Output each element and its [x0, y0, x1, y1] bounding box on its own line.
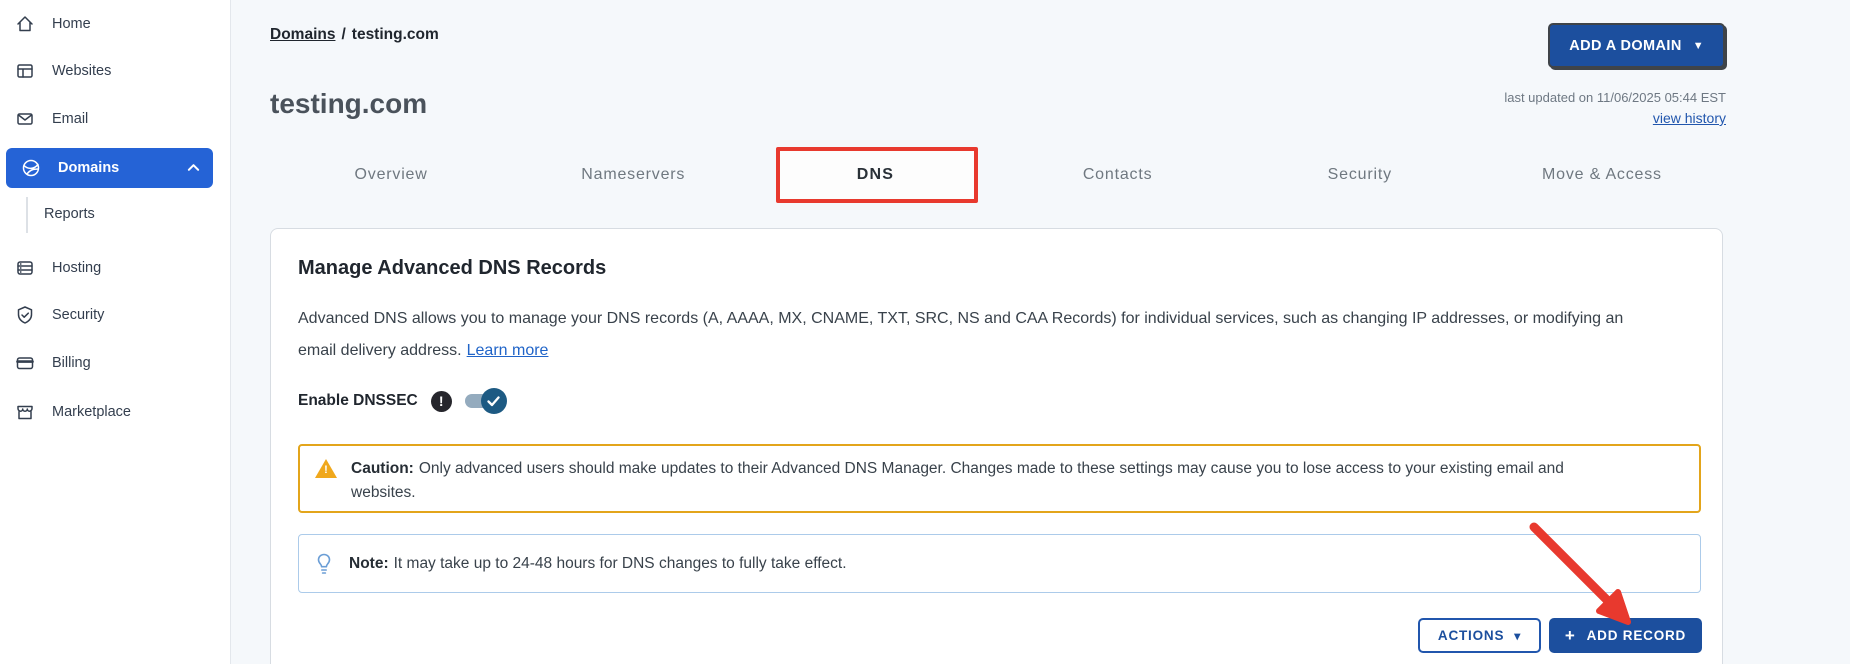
reports-indent-line: [26, 197, 28, 233]
caution-line-1: Only advanced users should make updates …: [418, 460, 1564, 477]
sidebar: Home Websites Email Domains Reports Host…: [0, 0, 231, 664]
check-icon: [487, 395, 500, 406]
note-banner: Note: It may take up to 24-48 hours for D…: [298, 534, 1701, 593]
actions-label: ACTIONS: [1437, 628, 1505, 643]
email-icon: [17, 113, 33, 125]
sidebar-item-hosting[interactable]: Hosting: [0, 248, 231, 288]
storefront-icon: [17, 405, 33, 420]
breadcrumb-separator: /: [341, 26, 346, 43]
toggle-knob: [480, 388, 507, 414]
sidebar-item-label: Marketplace: [52, 404, 131, 420]
sidebar-item-label: Domains: [58, 160, 120, 176]
sidebar-item-domains[interactable]: Domains: [6, 148, 213, 188]
description-line-1: Advanced DNS allows you to manage your D…: [298, 310, 1624, 327]
caret-down-icon: ▼: [1692, 39, 1704, 52]
sidebar-item-websites[interactable]: Websites: [0, 51, 231, 91]
lightbulb-icon: [314, 552, 334, 576]
shield-check-icon: [17, 306, 33, 324]
caution-label: Caution:: [351, 460, 414, 477]
dnssec-toggle[interactable]: [464, 388, 507, 414]
websites-icon: [17, 64, 33, 78]
tab-dns[interactable]: DNS: [754, 147, 996, 203]
dnssec-alert-icon[interactable]: !: [430, 390, 452, 412]
note-text: Note: It may take up to 24-48 hours for D…: [349, 555, 847, 573]
tab-bar: Overview Nameservers DNS Contacts Securi…: [270, 147, 1723, 203]
sidebar-item-label: Reports: [44, 206, 95, 222]
sidebar-item-security[interactable]: Security: [0, 295, 231, 335]
caret-down-icon: ▾: [1514, 628, 1522, 643]
sidebar-item-reports[interactable]: Reports: [44, 194, 95, 234]
learn-more-link[interactable]: Learn more: [467, 342, 549, 359]
tab-contacts[interactable]: Contacts: [997, 147, 1239, 203]
caution-line-2: websites.: [351, 484, 416, 501]
sidebar-item-home[interactable]: Home: [0, 4, 231, 44]
add-record-button[interactable]: + ADD RECORD: [1549, 618, 1702, 653]
sidebar-item-label: Billing: [52, 355, 91, 371]
actions-button[interactable]: ACTIONS ▾: [1418, 618, 1541, 653]
panel-description: Advanced DNS allows you to manage your D…: [298, 303, 1708, 367]
sidebar-item-label: Websites: [52, 63, 112, 79]
view-history-link[interactable]: view history: [1653, 110, 1726, 126]
dnssec-label: Enable DNSSEC: [298, 392, 418, 409]
breadcrumb: Domains / testing.com: [270, 26, 439, 44]
breadcrumb-current: testing.com: [351, 26, 439, 43]
warning-triangle-icon: !: [314, 458, 338, 480]
description-line-2-text: email delivery address.: [298, 342, 462, 359]
panel-heading: Manage Advanced DNS Records: [298, 257, 607, 279]
domains-icon: [22, 159, 40, 177]
plus-icon: +: [1564, 625, 1576, 645]
last-updated-text: last updated on 11/06/2025 05:44 EST: [1504, 90, 1726, 105]
tab-move-access[interactable]: Move & Access: [1481, 147, 1723, 203]
chevron-up-icon: [187, 161, 200, 178]
dnssec-row: Enable DNSSEC !: [298, 387, 507, 415]
add-record-label: ADD RECORD: [1586, 628, 1687, 643]
add-a-domain-button[interactable]: ADD A DOMAIN ▼: [1548, 23, 1725, 68]
tab-nameservers[interactable]: Nameservers: [512, 147, 754, 203]
description-line-2: email delivery address. Learn more: [298, 335, 1708, 367]
caution-banner: ! Caution: Only advanced users should mak…: [298, 444, 1701, 513]
dns-panel: Manage Advanced DNS Records Advanced DNS…: [270, 228, 1723, 664]
tab-security[interactable]: Security: [1239, 147, 1481, 203]
tab-overview[interactable]: Overview: [270, 147, 512, 203]
page-title: testing.com: [270, 88, 428, 119]
sidebar-item-label: Security: [52, 307, 105, 323]
credit-card-icon: [16, 357, 34, 370]
sidebar-item-marketplace[interactable]: Marketplace: [0, 392, 231, 432]
note-label: Note:: [349, 554, 389, 572]
add-a-domain-label: ADD A DOMAIN: [1569, 37, 1682, 54]
sidebar-item-label: Hosting: [52, 260, 102, 276]
hosting-icon: [17, 261, 33, 275]
sidebar-item-billing[interactable]: Billing: [0, 343, 231, 383]
home-icon: [17, 16, 33, 32]
sidebar-item-label: Email: [52, 111, 89, 127]
breadcrumb-domains-link[interactable]: Domains: [270, 26, 335, 43]
sidebar-item-label: Home: [52, 16, 91, 32]
sidebar-item-email[interactable]: Email: [0, 99, 231, 139]
note-body: It may take up to 24-48 hours for DNS ch…: [393, 554, 847, 572]
caution-text: Caution: Only advanced users should make …: [351, 457, 1564, 501]
